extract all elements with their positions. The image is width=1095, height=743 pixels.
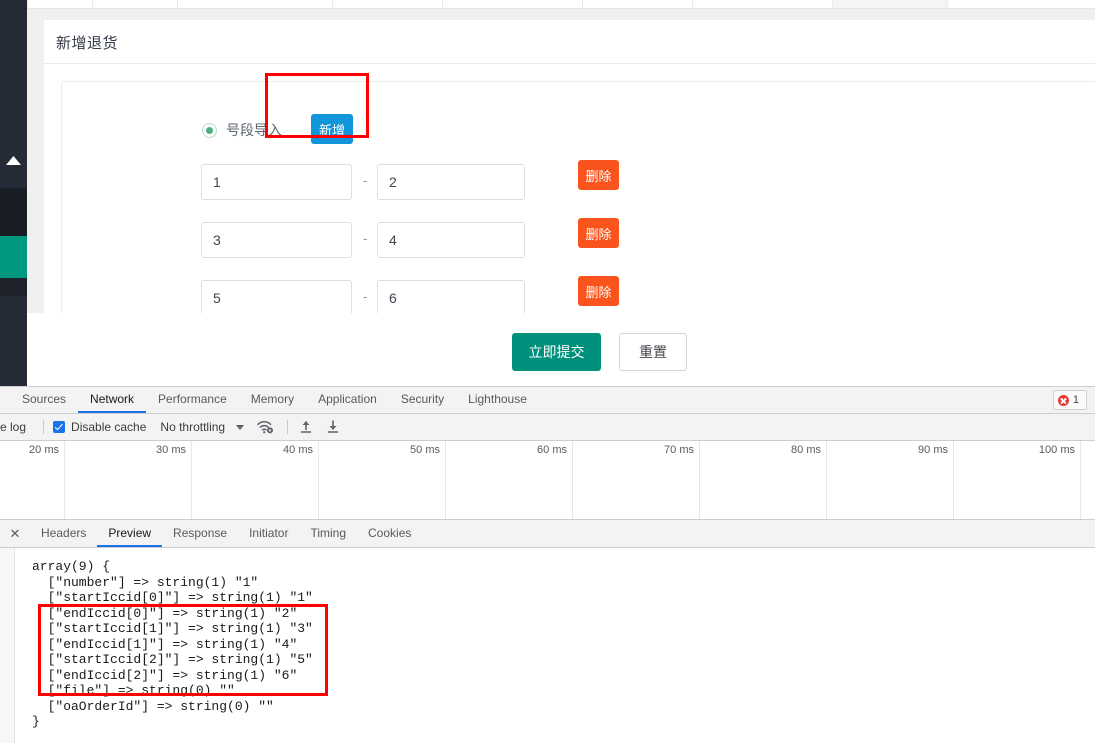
error-count-badge[interactable]: 1: [1052, 390, 1087, 410]
submit-button[interactable]: 立即提交: [512, 333, 601, 371]
ruler-cell: 70 ms: [573, 441, 700, 519]
delete-range-button[interactable]: 删除: [578, 160, 619, 190]
disable-cache-checkbox[interactable]: [53, 421, 66, 433]
content-card: 新增退货 号段导入 新增 - 删除 - 删除: [44, 20, 1095, 316]
devtools-panel: Sources Network Performance Memory Appli…: [0, 386, 1095, 743]
delete-range-button[interactable]: 删除: [578, 276, 619, 306]
preview-gutter: [0, 548, 15, 743]
range-separator: -: [363, 231, 368, 246]
start-iccid-input[interactable]: [201, 222, 352, 258]
ruler-tick-label: 60 ms: [537, 444, 567, 456]
tab-headers[interactable]: Headers: [30, 520, 97, 547]
ruler-tick-label: 100 ms: [1038, 444, 1075, 456]
error-count: 1: [1072, 394, 1079, 406]
table-header-cell: [947, 0, 1095, 8]
devtools-tab-memory[interactable]: Memory: [239, 387, 306, 413]
ruler-cell: 100 ms: [954, 441, 1081, 519]
devtools-tab-network[interactable]: Network: [78, 387, 147, 413]
ruler-cell: 60 ms: [446, 441, 573, 519]
tab-preview[interactable]: Preview: [97, 520, 163, 547]
screenshot-root: 新增退货 号段导入 新增 - 删除 - 删除: [0, 0, 1095, 743]
devtools-tab-security[interactable]: Security: [389, 387, 456, 413]
ruler-tick-label: 80 ms: [791, 444, 821, 456]
tab-response[interactable]: Response: [162, 520, 238, 547]
download-arrow-icon[interactable]: [326, 420, 340, 434]
table-header-cell: [332, 0, 443, 8]
ruler-cell: 90 ms: [827, 441, 954, 519]
app-sidebar[interactable]: [0, 0, 27, 391]
sidebar-item[interactable]: [0, 188, 27, 236]
sidebar-item[interactable]: [0, 278, 27, 296]
tab-cookies[interactable]: Cookies: [357, 520, 422, 547]
disable-cache-label[interactable]: Disable cache: [71, 420, 146, 434]
sidebar-item-active[interactable]: [0, 236, 27, 278]
toolbar-divider: [287, 420, 289, 434]
preserve-log-label[interactable]: e log: [0, 420, 34, 434]
table-header-cell: [177, 0, 333, 8]
ruler-cell: 20 ms: [0, 441, 65, 519]
close-icon[interactable]: ✕: [0, 520, 30, 547]
title-divider: [44, 63, 1095, 64]
delete-range-button[interactable]: 删除: [578, 218, 619, 248]
page-title: 新增退货: [56, 35, 119, 52]
table-header-cell: [92, 0, 178, 8]
table-header-cell: [582, 0, 693, 8]
devtools-tabbar: Sources Network Performance Memory Appli…: [0, 387, 1095, 414]
devtools-tab-application[interactable]: Application: [306, 387, 389, 413]
ruler-tick-label: 70 ms: [664, 444, 694, 456]
reset-button[interactable]: 重置: [619, 333, 687, 371]
ruler-tick-label: 50 ms: [410, 444, 440, 456]
table-header-cell: [27, 0, 93, 8]
throttling-select[interactable]: No throttling: [160, 420, 225, 434]
end-iccid-input[interactable]: [377, 164, 525, 200]
network-toolbar: e log Disable cache No throttling: [0, 414, 1095, 441]
end-iccid-input[interactable]: [377, 280, 525, 316]
devtools-tab-sources[interactable]: Sources: [10, 387, 78, 413]
table-header-cell: [442, 0, 583, 8]
ruler-cell: 30 ms: [65, 441, 192, 519]
wifi-settings-icon[interactable]: [257, 420, 274, 434]
ruler-tick-label: 90 ms: [918, 444, 948, 456]
import-mode-radio[interactable]: 号段导入: [202, 120, 282, 140]
range-separator: -: [363, 173, 368, 188]
var-dump-output: array(9) { ["number"] => string(1) "1" […: [32, 559, 313, 729]
tab-initiator[interactable]: Initiator: [238, 520, 299, 547]
start-iccid-input[interactable]: [201, 280, 352, 316]
import-panel: 号段导入 新增 - 删除 - 删除 - 删除: [61, 81, 1095, 316]
add-range-button[interactable]: 新增: [311, 114, 353, 144]
request-detail-tabs: ✕ Headers Preview Response Initiator Tim…: [0, 520, 1095, 548]
devtools-tab-performance[interactable]: Performance: [146, 387, 239, 413]
preview-pane: array(9) { ["number"] => string(1) "1" […: [0, 548, 1095, 743]
ruler-tick-label: 40 ms: [283, 444, 313, 456]
ruler-tick-label: 30 ms: [156, 444, 186, 456]
ruler-cell: 80 ms: [700, 441, 827, 519]
radio-selected-icon[interactable]: [202, 122, 217, 138]
upload-arrow-icon[interactable]: [299, 420, 313, 434]
end-iccid-input[interactable]: [377, 222, 525, 258]
triangle-up-icon[interactable]: [0, 148, 27, 172]
devtools-tab-clipped[interactable]: [0, 387, 10, 413]
toolbar-divider: [43, 420, 45, 434]
range-separator: -: [363, 289, 368, 304]
ruler-cell: 50 ms: [319, 441, 446, 519]
error-icon: [1057, 394, 1069, 406]
table-header-strip: [27, 0, 1095, 9]
ruler-tick-label: 20 ms: [29, 444, 59, 456]
import-mode-label: 号段导入: [226, 122, 282, 138]
devtools-tab-lighthouse[interactable]: Lighthouse: [456, 387, 539, 413]
tab-timing[interactable]: Timing: [299, 520, 357, 547]
ruler-cell: 40 ms: [192, 441, 319, 519]
form-actions: 立即提交 重置: [27, 313, 1095, 386]
network-overview-ruler[interactable]: 20 ms 30 ms 40 ms 50 ms 60 ms 70 ms 80 m…: [0, 441, 1095, 520]
start-iccid-input[interactable]: [201, 164, 352, 200]
chevron-down-icon[interactable]: [236, 424, 245, 430]
table-header-cell: [832, 0, 948, 8]
table-header-cell: [692, 0, 833, 8]
